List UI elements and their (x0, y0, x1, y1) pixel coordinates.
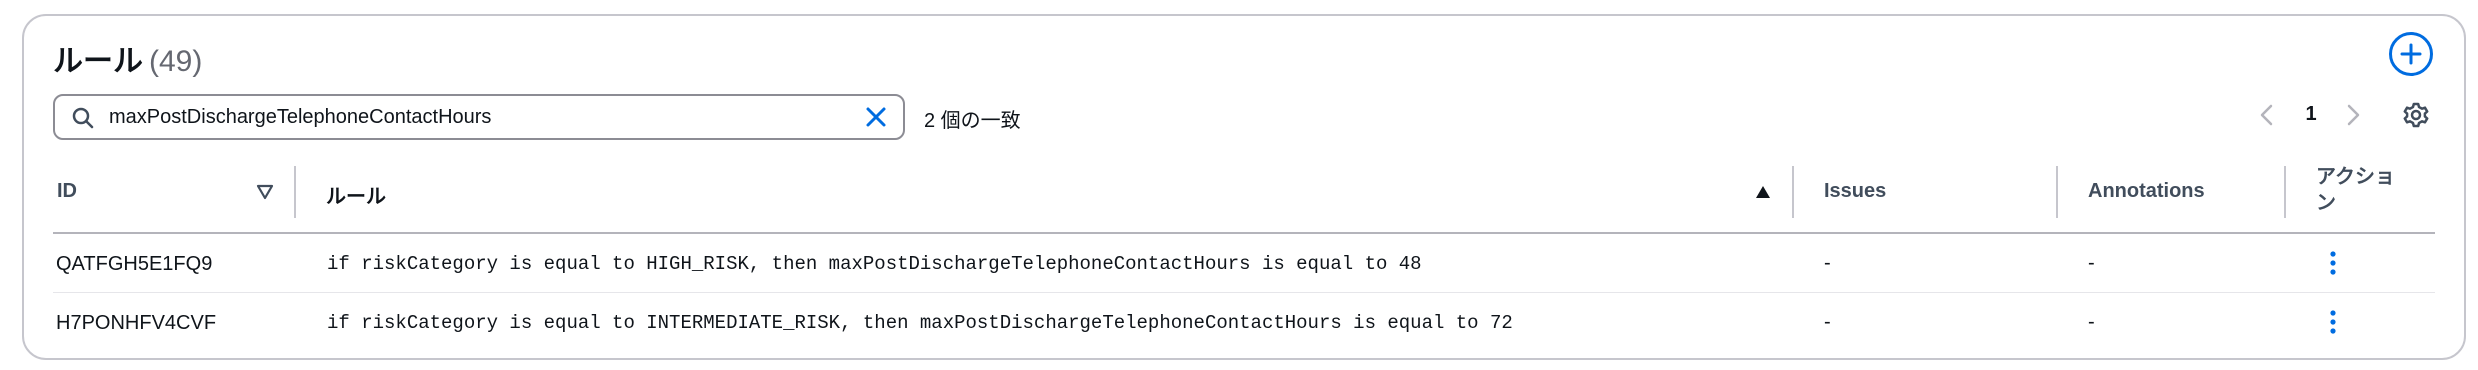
action-header-line2: ン (2316, 192, 2336, 214)
rule-id: H7PONHFV4CVF (56, 312, 217, 334)
chevron-right-icon[interactable] (2342, 102, 2364, 128)
sort-ascending-icon[interactable] (1754, 183, 1772, 201)
column-divider[interactable] (294, 166, 296, 218)
clear-icon[interactable] (863, 104, 889, 130)
row-divider (53, 292, 2435, 293)
column-divider[interactable] (2056, 166, 2058, 218)
more-actions-icon[interactable] (2325, 249, 2341, 277)
column-header-id[interactable]: ID (57, 180, 77, 203)
add-rule-button[interactable] (2389, 32, 2433, 76)
column-divider[interactable] (1792, 166, 1794, 218)
rule-id: QATFGH5E1FQ9 (56, 253, 213, 275)
column-header-action: アクショ ン (2316, 164, 2395, 216)
column-header-annotations[interactable]: Annotations (2088, 180, 2205, 203)
sort-descending-icon[interactable] (256, 183, 274, 201)
action-header-line1: アクショ (2316, 166, 2395, 188)
search-icon (72, 107, 94, 129)
annotations-value: - (2088, 252, 2095, 274)
search-field[interactable] (53, 94, 905, 140)
column-header-issues[interactable]: Issues (1824, 180, 1886, 203)
search-input[interactable] (109, 102, 839, 132)
annotations-value: - (2088, 311, 2095, 333)
current-page[interactable]: 1 (2300, 103, 2322, 126)
issues-value: - (1824, 311, 1831, 333)
add-icon (2400, 43, 2422, 65)
rule-count: (49) (149, 45, 203, 78)
rule-text: if riskCategory is equal to INTERMEDIATE… (327, 312, 1513, 334)
title-text: ルール (53, 45, 143, 78)
settings-icon[interactable] (2401, 100, 2431, 130)
header-divider (53, 232, 2435, 234)
page-title: ルール (49) (53, 36, 202, 80)
issues-value: - (1824, 252, 1831, 274)
column-divider[interactable] (2284, 166, 2286, 218)
column-header-rule[interactable]: ルール (326, 180, 386, 209)
rule-text: if riskCategory is equal to HIGH_RISK, t… (327, 253, 1422, 275)
more-actions-icon[interactable] (2325, 308, 2341, 336)
chevron-left-icon[interactable] (2256, 102, 2278, 128)
match-count: 2 個の一致 (924, 110, 1021, 132)
